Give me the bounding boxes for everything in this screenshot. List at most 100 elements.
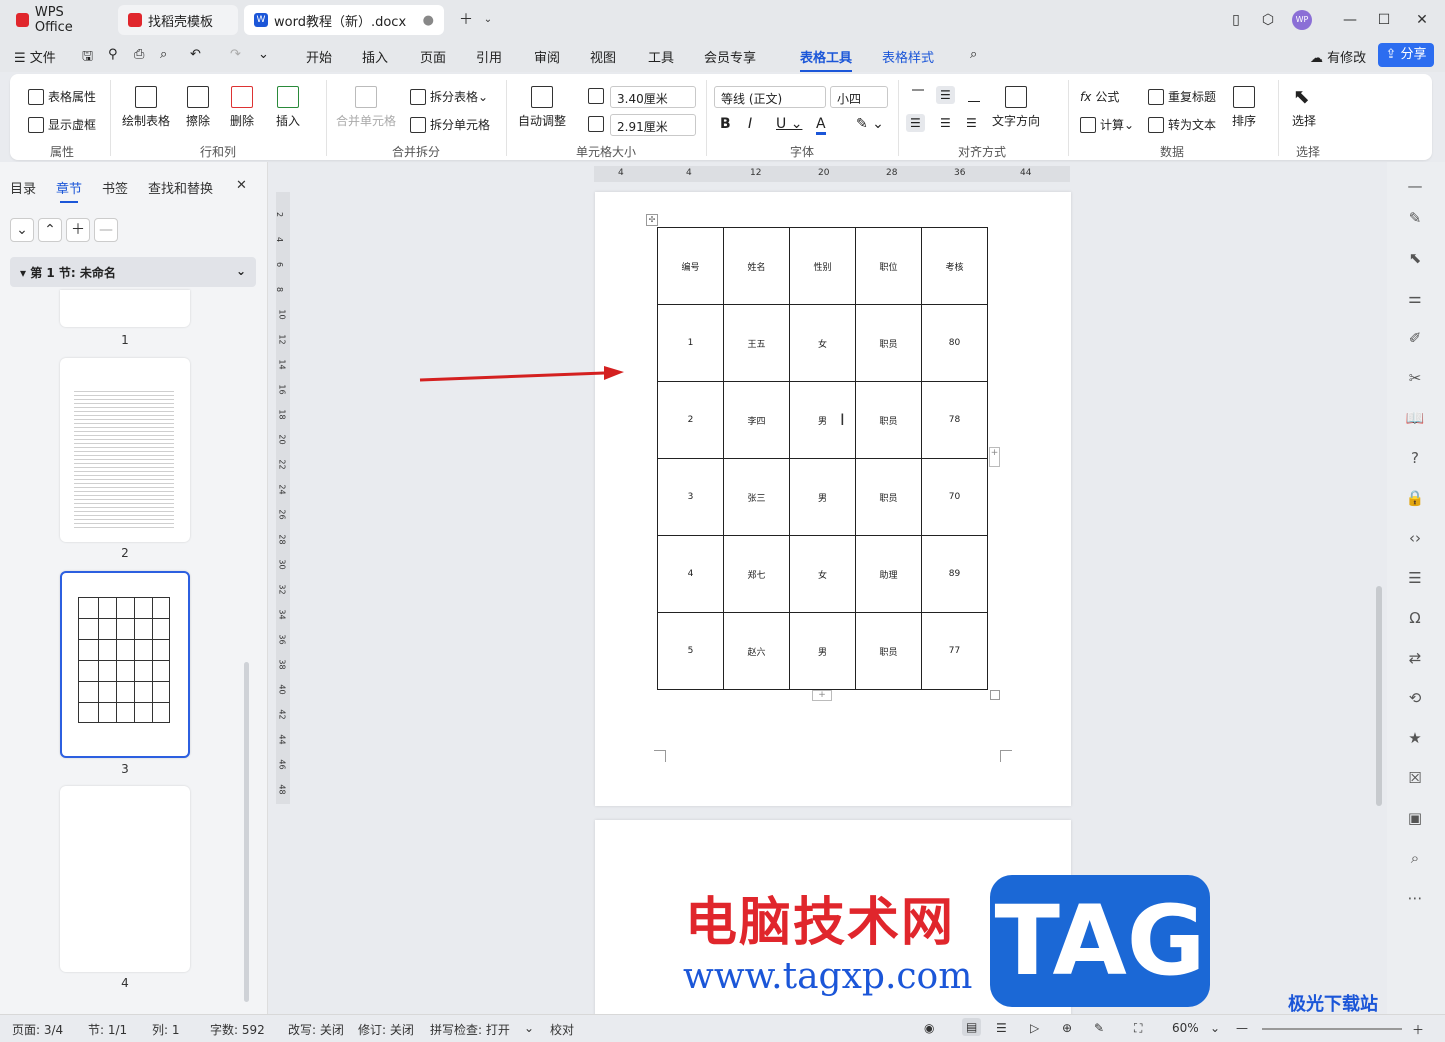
- add-section-icon[interactable]: ＋: [66, 218, 90, 242]
- pen-view-icon[interactable]: ✎: [1094, 1021, 1104, 1035]
- vertical-ruler[interactable]: 2 4 6 8 10 12 14 16 18 20 22 24 26 28 30 32 34 36 38 40 42 44…: [275, 192, 290, 804]
- table-cell[interactable]: 女: [789, 535, 856, 613]
- menu-review[interactable]: 审阅: [534, 47, 560, 66]
- header-cell[interactable]: 职位: [855, 227, 922, 305]
- page-view-icon[interactable]: ▤: [962, 1018, 982, 1036]
- header-cell[interactable]: 考核: [921, 227, 988, 305]
- redo-icon[interactable]: ↷: [230, 47, 241, 62]
- page-thumbnail[interactable]: [60, 290, 190, 327]
- menu-start[interactable]: 开始: [306, 47, 332, 66]
- revision-status[interactable]: 修订: 关闭: [358, 1021, 414, 1038]
- horizontal-ruler[interactable]: 4 4 12 20 28 36 44: [594, 166, 1070, 182]
- table-cell[interactable]: 1: [657, 304, 724, 382]
- minimize-icon[interactable]: —: [1340, 10, 1360, 30]
- table-cell[interactable]: 赵六: [723, 612, 790, 690]
- tools-icon[interactable]: ✂: [1405, 368, 1425, 388]
- new-tab-icon[interactable]: ＋: [456, 10, 476, 30]
- help-icon[interactable]: ?: [1405, 448, 1425, 468]
- auto-fit-button[interactable]: 自动调整: [518, 86, 566, 129]
- data-table[interactable]: 编号 姓名 性别 职位 考核 1 王五 女 职员 80 2 李四 男 职员 78…: [657, 227, 988, 690]
- save-icon[interactable]: 🖫: [82, 47, 93, 69]
- header-cell[interactable]: 性别: [789, 227, 856, 305]
- menu-vip[interactable]: 会员专享: [704, 47, 756, 66]
- menu-view[interactable]: 视图: [590, 47, 616, 66]
- cube-icon[interactable]: ⬡: [1258, 10, 1278, 30]
- document-scrollbar[interactable]: [1374, 166, 1384, 986]
- table-cell[interactable]: 77: [921, 612, 988, 690]
- tab-template[interactable]: 找稻壳模板: [118, 5, 238, 35]
- page-thumbnail[interactable]: [60, 786, 190, 972]
- table-cell[interactable]: 2: [657, 381, 724, 459]
- align-top-icon[interactable]: ⎺: [912, 88, 924, 103]
- table-cell[interactable]: 5: [657, 612, 724, 690]
- table-cell[interactable]: 男: [789, 381, 856, 459]
- highlight-icon[interactable]: ✎ ⌄: [856, 116, 884, 132]
- table-cell[interactable]: 男: [789, 458, 856, 536]
- table-cell[interactable]: 4: [657, 535, 724, 613]
- insert-button[interactable]: 插入: [276, 86, 300, 129]
- resize-handle-icon[interactable]: [990, 690, 1000, 700]
- tab-bookmark[interactable]: 书签: [102, 178, 128, 197]
- text-direction-button[interactable]: 文字方向: [992, 86, 1040, 129]
- more-icon[interactable]: ⋯: [1405, 888, 1425, 908]
- table-cell[interactable]: 80: [921, 304, 988, 382]
- page-thumbnail-selected[interactable]: [60, 571, 190, 758]
- maximize-icon[interactable]: ☐: [1374, 10, 1394, 30]
- zoom-dropdown-icon[interactable]: ⌄: [1210, 1021, 1220, 1035]
- table-cell[interactable]: 70: [921, 458, 988, 536]
- lock-icon[interactable]: 🔒: [1405, 488, 1425, 508]
- scrollbar-thumb[interactable]: [1376, 586, 1382, 806]
- move-down-icon[interactable]: ⌄: [10, 218, 34, 242]
- print-icon[interactable]: ⎙: [134, 47, 144, 62]
- history-icon[interactable]: ⟲: [1405, 688, 1425, 708]
- table-cell[interactable]: 李四: [723, 381, 790, 459]
- font-color-icon[interactable]: A: [816, 116, 826, 135]
- font-size-select[interactable]: 小四: [830, 86, 888, 108]
- unsaved-dot-icon[interactable]: ●: [423, 13, 434, 28]
- table-cell[interactable]: 职员: [855, 381, 922, 459]
- column-indicator[interactable]: 列: 1: [152, 1021, 180, 1038]
- zoom-level[interactable]: 60%: [1172, 1021, 1199, 1035]
- tab-toc[interactable]: 目录: [10, 178, 36, 197]
- pen-icon[interactable]: ✎: [1405, 208, 1425, 228]
- eye-icon[interactable]: ◉: [924, 1021, 934, 1035]
- sort-button[interactable]: 排序: [1232, 86, 1256, 129]
- show-gridlines-button[interactable]: 显示虚框: [28, 116, 96, 133]
- font-name-select[interactable]: 等线 (正文): [714, 86, 826, 108]
- table-cell[interactable]: 王五: [723, 304, 790, 382]
- zoom-in-icon[interactable]: ＋: [1412, 1021, 1424, 1038]
- table-cell[interactable]: 78: [921, 381, 988, 459]
- minus-icon[interactable]: —: [1405, 176, 1425, 196]
- erase-button[interactable]: 擦除: [186, 86, 210, 129]
- close-icon[interactable]: ✕: [1412, 10, 1432, 30]
- select-button[interactable]: ⬉ 选择: [1292, 86, 1316, 129]
- bold-icon[interactable]: B: [720, 116, 731, 132]
- tab-chapter[interactable]: 章节: [56, 178, 82, 203]
- web-view-icon[interactable]: ⊕: [1062, 1021, 1072, 1035]
- menu-page[interactable]: 页面: [420, 47, 446, 66]
- spellcheck-status[interactable]: 拼写检查: 打开: [430, 1021, 510, 1038]
- draw-table-button[interactable]: 绘制表格: [122, 86, 170, 129]
- file-menu[interactable]: ☰ 文件: [14, 47, 56, 66]
- book-icon[interactable]: 📖: [1405, 408, 1425, 428]
- table-cell[interactable]: 助理: [855, 535, 922, 613]
- image-doc-icon[interactable]: ▣: [1405, 808, 1425, 828]
- settings-sliders-icon[interactable]: ⚌: [1405, 288, 1425, 308]
- proofread-button[interactable]: 校对: [550, 1021, 574, 1038]
- add-row-icon[interactable]: +: [812, 690, 832, 701]
- chevron-down-icon[interactable]: ⌄: [478, 10, 498, 30]
- table-properties-button[interactable]: 表格属性: [28, 88, 96, 105]
- omega-icon[interactable]: Ω: [1405, 608, 1425, 628]
- table-move-handle-icon[interactable]: ✣: [646, 214, 658, 226]
- zoom-out-icon[interactable]: —: [1236, 1021, 1248, 1035]
- overwrite-status[interactable]: 改写: 关闭: [288, 1021, 344, 1038]
- table-cell[interactable]: 张三: [723, 458, 790, 536]
- doc-search-icon[interactable]: ⌕: [1405, 848, 1425, 868]
- fit-page-icon[interactable]: ⛶: [1134, 1021, 1142, 1036]
- header-cell[interactable]: 姓名: [723, 227, 790, 305]
- menu-table-tools[interactable]: 表格工具: [800, 47, 853, 72]
- merge-cells-button[interactable]: 合并单元格: [336, 86, 396, 129]
- delete-button[interactable]: 删除: [230, 86, 254, 129]
- undo-icon[interactable]: ↶: [190, 47, 201, 62]
- code-icon[interactable]: ‹›: [1405, 528, 1425, 548]
